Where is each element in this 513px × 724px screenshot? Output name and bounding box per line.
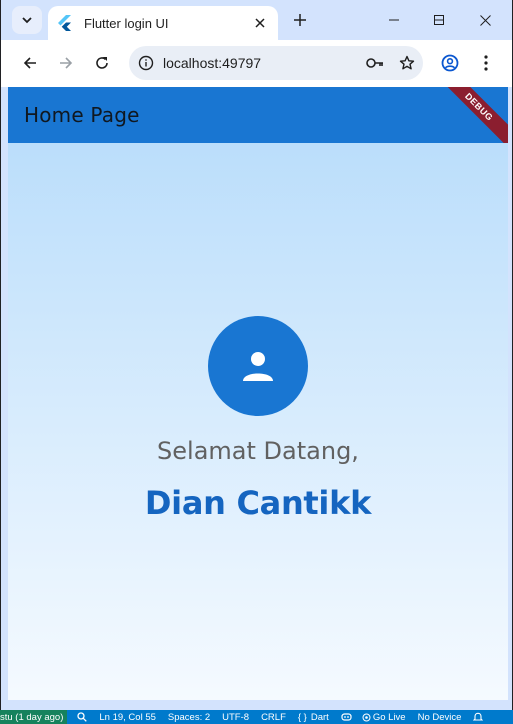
back-button[interactable]: [17, 50, 43, 76]
close-icon: [255, 18, 265, 28]
account-circle-icon: [441, 54, 459, 72]
close-icon: [479, 14, 491, 26]
flutter-app: Home Page DEBUG Selamat Datang, Dian Can…: [8, 87, 508, 700]
new-tab-button[interactable]: [289, 9, 311, 31]
language-label: Dart: [310, 711, 329, 723]
minimize-control[interactable]: [376, 6, 412, 34]
profile-button[interactable]: [437, 50, 463, 76]
forward-button[interactable]: [53, 50, 79, 76]
browser-toolbar: localhost:49797: [1, 40, 512, 87]
greeting-text: Selamat Datang,: [157, 437, 359, 465]
page-title: Home Page: [24, 103, 140, 127]
browser-tab[interactable]: Flutter login UI: [48, 6, 278, 40]
line-ending[interactable]: CRLF: [261, 712, 286, 723]
chevron-down-icon: [22, 17, 32, 24]
tab-search-button[interactable]: [12, 6, 42, 34]
app-bar: Home Page: [8, 87, 508, 143]
broadcast-icon: [362, 713, 371, 722]
tab-close-button[interactable]: [248, 11, 272, 35]
language-mode[interactable]: { } Dart: [298, 712, 329, 723]
site-info-icon[interactable]: [129, 55, 163, 71]
notifications-icon[interactable]: [473, 712, 484, 722]
menu-button[interactable]: [473, 50, 499, 76]
indentation[interactable]: Spaces: 2: [168, 712, 210, 723]
url-text[interactable]: localhost:49797: [163, 55, 359, 71]
avatar: [208, 316, 308, 416]
minimize-icon: [389, 19, 399, 21]
editor-status-bar: stu (1 day ago) Ln 19, Col 55 Spaces: 2 …: [0, 710, 513, 724]
home-body: Selamat Datang, Dian Cantikk: [8, 143, 508, 700]
git-status[interactable]: stu (1 day ago): [0, 710, 68, 724]
go-live-button[interactable]: Go Live: [362, 712, 406, 723]
arrow-left-icon: [23, 57, 36, 69]
person-icon: [243, 352, 273, 381]
cursor-position[interactable]: Ln 19, Col 55: [99, 712, 156, 723]
flutter-icon: [58, 15, 74, 31]
copilot-icon[interactable]: [341, 712, 352, 722]
key-icon[interactable]: [359, 57, 391, 69]
plus-icon: [294, 14, 306, 26]
maximize-icon: [434, 15, 444, 25]
braces-icon: { }: [297, 711, 307, 723]
device-selector[interactable]: No Device: [418, 712, 462, 723]
arrow-right-icon: [60, 57, 73, 69]
more-vert-icon: [484, 55, 488, 71]
close-window-control[interactable]: [467, 6, 503, 34]
star-icon[interactable]: [391, 55, 423, 71]
username-text: Dian Cantikk: [144, 484, 372, 522]
reload-icon: [96, 57, 108, 69]
maximize-control[interactable]: [421, 6, 457, 34]
zoom-icon[interactable]: [77, 712, 88, 722]
encoding[interactable]: UTF-8: [222, 712, 249, 723]
reload-button[interactable]: [89, 50, 115, 76]
go-live-label: Go Live: [372, 711, 406, 723]
address-bar[interactable]: localhost:49797: [129, 46, 423, 80]
browser-window: Flutter login UI localhost:49797 Home Pa…: [0, 0, 513, 710]
tab-title: Flutter login UI: [84, 15, 169, 31]
